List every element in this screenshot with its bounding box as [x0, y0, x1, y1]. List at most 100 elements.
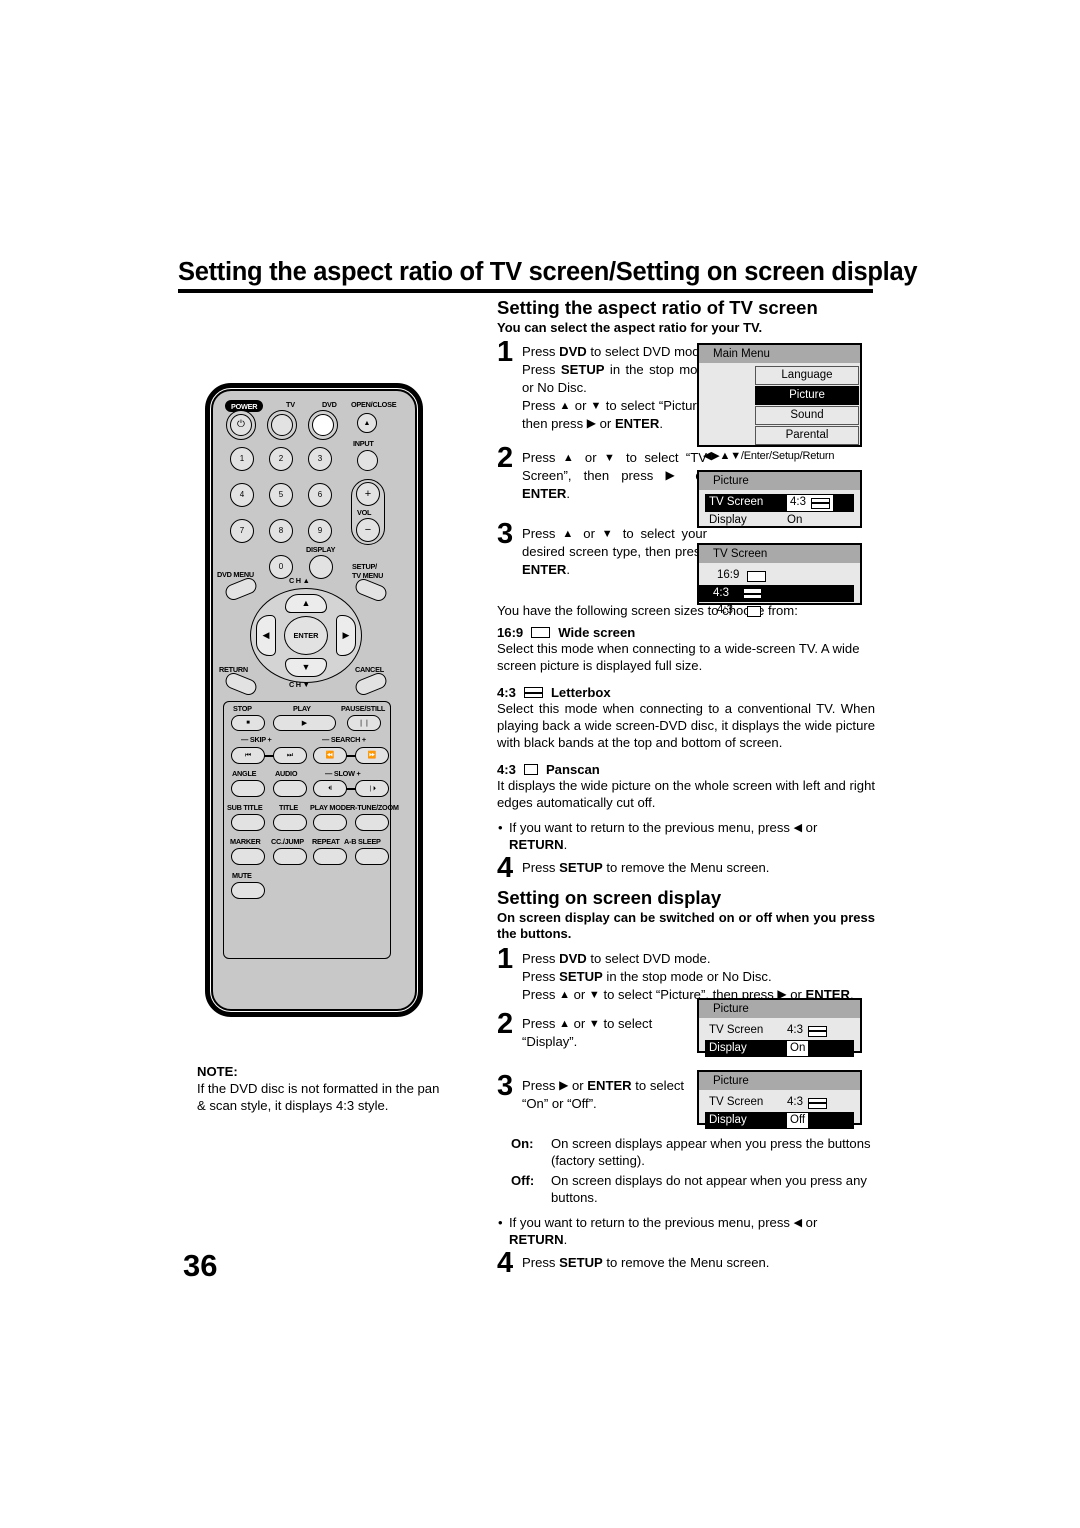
note-line-1: If the DVD disc is not formatted in the …	[197, 1081, 440, 1097]
pause-still-button[interactable]	[347, 715, 381, 731]
aspect-16-9-icon	[531, 627, 551, 639]
number-button-6[interactable]	[308, 483, 332, 507]
dvd-button[interactable]	[312, 414, 334, 436]
aspect-4-3-panscan-icon	[523, 764, 538, 776]
cc-jump-button[interactable]	[273, 848, 307, 865]
a-b-label: A-B	[344, 837, 357, 846]
r-tune-zoom-button[interactable]	[355, 814, 389, 831]
dpad-down-button[interactable]	[285, 658, 327, 677]
osd-option-4-3-panscan[interactable]: 4:3	[713, 602, 854, 620]
volume-up-button[interactable]	[356, 482, 380, 506]
stop-button[interactable]	[231, 715, 265, 731]
play-mode-button[interactable]	[313, 814, 347, 831]
osd-title: Main Menu	[699, 345, 860, 364]
volume-down-button[interactable]	[356, 518, 380, 542]
value-text: 4:3	[790, 496, 806, 509]
step-text: Press ▲ or ▼ to select “Display”.	[522, 1015, 702, 1051]
arrow-down-icon: ▼	[603, 452, 619, 465]
step-number: 1	[497, 942, 514, 975]
setup-key: SETUP	[559, 968, 603, 984]
skip-next-button[interactable]	[273, 747, 307, 764]
skip-previous-button[interactable]	[231, 747, 265, 764]
section-2-step-1: 1 Press DVD to select DVD mode. Press SE…	[497, 944, 875, 1004]
mute-button[interactable]	[231, 882, 265, 899]
menu-item-language[interactable]: Language	[755, 366, 859, 386]
section-2-subheading: On screen display can be switched on or …	[497, 910, 875, 942]
title-button[interactable]	[273, 814, 307, 831]
arrow-up-icon: ▲	[559, 988, 570, 1001]
dpad-right-button[interactable]	[336, 615, 356, 656]
main-menu-list: Language Picture Sound Parental	[755, 366, 859, 446]
number-button-1[interactable]	[230, 447, 254, 471]
osd-rows: TV Screen 4:3 Display On	[699, 1018, 860, 1062]
dpad-left-button[interactable]	[256, 615, 276, 656]
mode-name: Panscan	[545, 762, 600, 778]
step-text: Press DVD to select DVD mode. Press SETU…	[522, 343, 712, 433]
step-text: Press SETUP to remove the Menu screen.	[522, 1254, 875, 1271]
osd-option-16-9[interactable]: 16:9	[713, 567, 854, 585]
repeat-a-b-button[interactable]	[313, 848, 347, 865]
number-button-8[interactable]	[269, 519, 293, 543]
dvd-key: DVD	[559, 950, 587, 966]
channel-up-label: C H ▲	[289, 576, 310, 585]
search-reverse-button[interactable]	[313, 747, 347, 764]
section-2-return-note: If you want to return to the previous me…	[497, 1214, 875, 1248]
search-forward-button[interactable]	[355, 747, 389, 764]
dvd-key: DVD	[559, 344, 587, 360]
section-1-heading: Setting the aspect ratio of TV screen	[497, 297, 818, 318]
text-run: Press	[522, 526, 563, 542]
page-number: 36	[183, 1248, 218, 1283]
power-button[interactable]	[230, 414, 252, 436]
note-heading: NOTE:	[197, 1064, 238, 1079]
mode-name: Letterbox	[550, 685, 611, 701]
setup-key: SETUP	[559, 860, 603, 876]
mode-description: Select this mode when connecting to a wi…	[497, 641, 860, 674]
open-close-button[interactable]	[357, 413, 377, 433]
marker-button[interactable]	[231, 848, 265, 865]
display-button[interactable]	[309, 555, 333, 579]
sub-title-button[interactable]	[231, 814, 265, 831]
slow-reverse-button[interactable]	[313, 780, 347, 797]
play-button[interactable]	[273, 715, 336, 731]
sleep-button[interactable]	[355, 848, 389, 865]
slow-forward-button[interactable]	[355, 780, 389, 797]
aspect-4-3-letterbox-icon	[808, 1025, 827, 1037]
osd-row-tv-screen[interactable]: TV Screen 4:3	[705, 1094, 854, 1112]
osd-row-display[interactable]: Display On	[705, 512, 854, 530]
number-button-2[interactable]	[269, 447, 293, 471]
number-button-9[interactable]	[308, 519, 332, 543]
osd-option-list: 16:9 4:3 4:3	[699, 563, 860, 625]
mode-ratio: 4:3	[497, 685, 516, 701]
angle-button[interactable]	[231, 780, 265, 797]
audio-label: AUDIO	[275, 769, 298, 778]
number-button-5[interactable]	[269, 483, 293, 507]
arrow-up-icon: ▲	[562, 452, 578, 465]
display-label: DISPLAY	[306, 545, 336, 554]
menu-item-picture[interactable]: Picture	[755, 386, 859, 406]
dpad-up-button[interactable]	[285, 594, 327, 613]
number-button-7[interactable]	[230, 519, 254, 543]
number-button-3[interactable]	[308, 447, 332, 471]
osd-row-display[interactable]: Display On	[705, 1039, 854, 1058]
osd-option-4-3-letterbox[interactable]: 4:3	[699, 584, 854, 603]
osd-row-tv-screen[interactable]: TV Screen 4:3	[705, 1022, 854, 1040]
text-run: to remove the Menu screen.	[602, 860, 770, 876]
menu-item-sound[interactable]: Sound	[755, 406, 859, 426]
osd-row-tv-screen[interactable]: TV Screen 4:3	[705, 494, 854, 512]
step-number: 2	[497, 442, 514, 475]
tv-button[interactable]	[271, 414, 293, 436]
osd-title: Picture	[699, 1072, 860, 1091]
menu-item-parental[interactable]: Parental	[755, 426, 859, 446]
setup-tv-menu-label-2: TV MENU	[352, 571, 384, 580]
definition-value: On screen displays appear when you press…	[551, 1135, 871, 1168]
arrow-up-icon: ▲	[559, 400, 571, 413]
input-button[interactable]	[357, 450, 378, 471]
enter-key: ENTER	[522, 562, 567, 578]
osd-row-display[interactable]: Display Off	[705, 1111, 854, 1130]
enter-button[interactable]: ENTER	[284, 616, 328, 655]
audio-button[interactable]	[273, 780, 307, 797]
page-header: Setting the aspect ratio of TV screen/Se…	[178, 258, 918, 294]
row-value: On	[787, 513, 803, 526]
option-label: 4:3	[717, 604, 733, 617]
number-button-4[interactable]	[230, 483, 254, 507]
